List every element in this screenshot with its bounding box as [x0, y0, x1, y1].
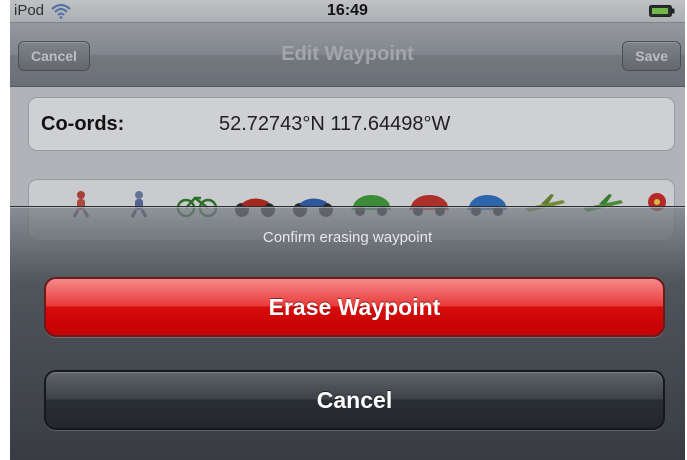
device-screen: iPod 16:49 Cancel Edit Waypoint Save Co-… — [10, 0, 685, 460]
action-sheet-cancel-button[interactable]: Cancel — [44, 370, 665, 430]
erase-waypoint-button[interactable]: Erase Waypoint — [44, 277, 665, 337]
action-sheet-title: Confirm erasing waypoint — [262, 229, 433, 246]
action-sheet: Confirm erasing waypoint Erase Waypoint … — [10, 206, 685, 460]
